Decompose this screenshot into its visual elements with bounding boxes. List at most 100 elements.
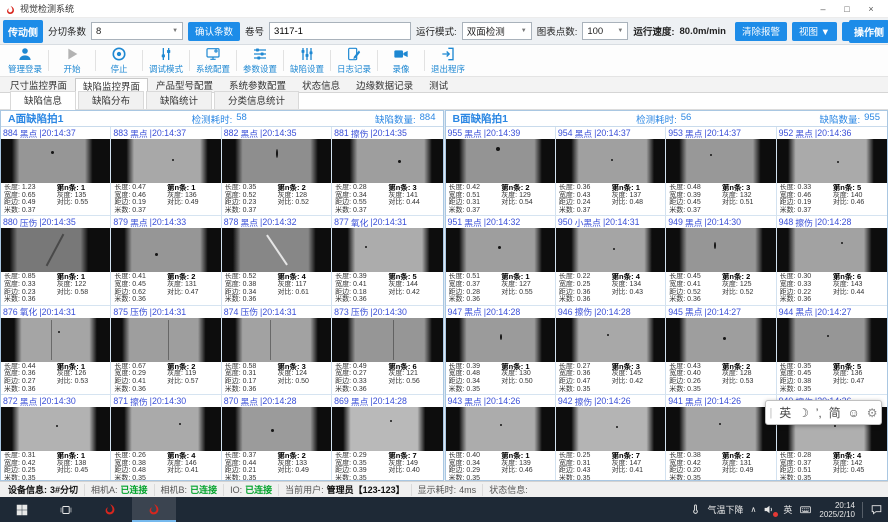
minimize-icon[interactable]: – (811, 1, 835, 17)
defect-cell[interactable]: 941 黑点 |20:14:26 长度: 0.38 宽度: 0.42 距边: 0… (666, 395, 776, 481)
action-user-button[interactable]: 管理登录 (2, 45, 48, 76)
defect-image[interactable] (222, 228, 331, 272)
cmd-button-1[interactable]: 视图 ▼ (792, 22, 837, 41)
defect-image[interactable] (332, 228, 442, 272)
ime-simplified-toggle[interactable]: 简 (829, 404, 841, 421)
cmd-button-0[interactable]: 清除报警 (735, 22, 787, 41)
defect-cell[interactable]: 876 氧化 |20:14:31 长度: 0.44 宽度: 0.36 距边: 0… (1, 306, 111, 395)
defect-cell[interactable]: 877 氧化 |20:14:31 长度: 0.39 宽度: 0.41 距边: 0… (332, 216, 442, 305)
defect-cell[interactable]: 874 压伤 |20:14:31 长度: 0.58 宽度: 0.31 距边: 0… (222, 306, 332, 395)
defect-cell[interactable]: 951 黑点 |20:14:32 长度: 0.51 宽度: 0.37 距边: 0… (446, 216, 556, 305)
defect-cell[interactable]: 870 黑点 |20:14:28 长度: 0.37 宽度: 0.44 距边: 0… (222, 395, 332, 481)
chart-points-select[interactable]: 100 ▼ (582, 22, 628, 40)
close-icon[interactable]: × (859, 1, 883, 17)
action-stop-button[interactable]: 停止 (96, 45, 142, 76)
weather-text[interactable]: 气温下降 (708, 503, 744, 516)
defect-cell[interactable]: 952 黑点 |20:14:36 长度: 0.33 宽度: 0.46 距边: 0… (777, 127, 887, 216)
action-monitor-button[interactable]: 系统配置 (190, 45, 236, 76)
defect-image[interactable] (666, 407, 775, 451)
roll-number-input[interactable] (269, 22, 411, 40)
start-button[interactable] (0, 497, 44, 522)
action-exit-button[interactable]: 退出程序 (425, 45, 471, 76)
tab-main-5[interactable]: 边缘数据记录 (348, 77, 421, 92)
defect-cell[interactable]: 949 黑点 |20:14:30 长度: 0.45 宽度: 0.41 距边: 0… (666, 216, 776, 305)
defect-cell[interactable]: 942 擦伤 |20:14:26 长度: 0.25 宽度: 0.31 距边: 0… (556, 395, 666, 481)
defect-cell[interactable]: 880 压伤 |20:14:35 长度: 0.85 宽度: 0.33 距边: 0… (1, 216, 111, 305)
tab-main-2[interactable]: 产品型号配置 (148, 77, 221, 92)
defect-image[interactable] (446, 139, 555, 183)
defect-image[interactable] (777, 228, 887, 272)
action-log-button[interactable]: 日志记录 (331, 45, 377, 76)
defect-cell[interactable]: 950 小黑点 |20:14:31 长度: 0.22 宽度: 0.25 距边: … (556, 216, 666, 305)
defect-image[interactable] (111, 318, 220, 362)
tab-sub-0[interactable]: 缺陷信息 (10, 91, 76, 110)
defect-cell[interactable]: 945 黑点 |20:14:27 长度: 0.43 宽度: 0.40 距边: 0… (666, 306, 776, 395)
defect-image[interactable] (666, 139, 775, 183)
tab-main-4[interactable]: 状态信息 (294, 77, 348, 92)
defect-image[interactable] (556, 318, 665, 362)
ime-emoji-icon[interactable]: ☺ (848, 406, 860, 420)
defect-image[interactable] (1, 139, 110, 183)
touch-keyboard-icon[interactable] (799, 503, 812, 516)
ime-settings-icon[interactable]: ⚙ (867, 406, 878, 420)
maximize-icon[interactable]: □ (835, 1, 859, 17)
confirm-count-button[interactable]: 确认条数 (188, 22, 240, 41)
defect-image[interactable] (556, 407, 665, 451)
defect-cell[interactable]: 881 擦伤 |20:14:35 长度: 0.28 宽度: 0.34 距边: 0… (332, 127, 442, 216)
defect-image[interactable] (556, 139, 665, 183)
defect-image[interactable] (666, 318, 775, 362)
tab-sub-3[interactable]: 分类信息统计 (214, 91, 299, 109)
defect-cell[interactable]: 873 压伤 |20:14:30 长度: 0.49 宽度: 0.27 距边: 0… (332, 306, 442, 395)
tab-main-3[interactable]: 系统参数配置 (221, 77, 294, 92)
defect-image[interactable] (111, 139, 220, 183)
tab-sub-2[interactable]: 缺陷统计 (146, 91, 212, 109)
action-tune-button[interactable]: 调试模式 (143, 45, 189, 76)
defect-image[interactable] (332, 318, 442, 362)
defect-image[interactable] (777, 318, 887, 362)
defect-image[interactable] (222, 407, 331, 451)
defect-image[interactable] (556, 228, 665, 272)
ime-fullwidth-moon-icon[interactable]: ☽ (798, 406, 809, 420)
taskbar-app-browser[interactable] (88, 497, 132, 522)
defect-cell[interactable]: 947 黑点 |20:14:28 长度: 0.39 宽度: 0.48 距边: 0… (446, 306, 556, 395)
action-camera-button[interactable]: 录像 (378, 45, 424, 76)
tab-main-0[interactable]: 尺寸监控界面 (2, 77, 75, 92)
ime-language-indicator[interactable]: 英 (783, 503, 792, 516)
defect-image[interactable] (777, 139, 887, 183)
defect-cell[interactable]: 948 擦伤 |20:14:28 长度: 0.30 宽度: 0.33 距边: 0… (777, 216, 887, 305)
action-play-button[interactable]: 开始 (49, 45, 95, 76)
action-filter-button[interactable]: 缺陷设置 (284, 45, 330, 76)
tab-main-6[interactable]: 测试 (421, 77, 456, 92)
defect-image[interactable] (222, 139, 331, 183)
defect-image[interactable] (222, 318, 331, 362)
ime-punctuation-toggle[interactable]: ’, (816, 406, 822, 420)
tab-sub-1[interactable]: 缺陷分布 (78, 91, 144, 109)
defect-cell[interactable]: 882 黑点 |20:14:35 长度: 0.35 宽度: 0.52 距边: 0… (222, 127, 332, 216)
volume-icon[interactable] (763, 503, 776, 516)
defect-image[interactable] (666, 228, 775, 272)
defect-cell[interactable]: 955 黑点 |20:14:39 长度: 0.42 宽度: 0.51 距边: 0… (446, 127, 556, 216)
task-view-button[interactable] (44, 497, 88, 522)
defect-cell[interactable]: 943 黑点 |20:14:26 长度: 0.40 宽度: 0.34 距边: 0… (446, 395, 556, 481)
run-mode-select[interactable]: 双面检测 ▼ (462, 22, 532, 40)
defect-image[interactable] (446, 407, 555, 451)
defect-image[interactable] (111, 228, 220, 272)
defect-image[interactable] (446, 318, 555, 362)
defect-cell[interactable]: 871 擦伤 |20:14:30 长度: 0.26 宽度: 0.38 距边: 0… (111, 395, 221, 481)
defect-cell[interactable]: 869 黑点 |20:14:28 长度: 0.29 宽度: 0.35 距边: 0… (332, 395, 442, 481)
defect-cell[interactable]: 883 黑点 |20:14:37 长度: 0.47 宽度: 0.46 距边: 0… (111, 127, 221, 216)
defect-cell[interactable]: 879 黑点 |20:14:33 长度: 0.41 宽度: 0.45 距边: 0… (111, 216, 221, 305)
defect-image[interactable] (332, 139, 442, 183)
ime-drag-handle[interactable]: | (769, 407, 772, 419)
defect-cell[interactable]: 954 黑点 |20:14:37 长度: 0.36 宽度: 0.43 距边: 0… (556, 127, 666, 216)
defect-image[interactable] (111, 407, 220, 451)
defect-image[interactable] (332, 407, 442, 451)
defect-image[interactable] (1, 318, 110, 362)
defect-cell[interactable]: 878 黑点 |20:14:32 长度: 0.52 宽度: 0.38 距边: 0… (222, 216, 332, 305)
taskbar-app-inspection[interactable] (132, 497, 176, 522)
defect-image[interactable] (1, 407, 110, 451)
tray-expand-icon[interactable]: ∧ (751, 505, 757, 514)
defect-image[interactable] (446, 228, 555, 272)
defect-cell[interactable]: 944 黑点 |20:14:27 长度: 0.35 宽度: 0.45 距边: 0… (777, 306, 887, 395)
defect-cell[interactable]: 884 黑点 |20:14:37 长度: 1.23 宽度: 0.65 距边: 0… (1, 127, 111, 216)
